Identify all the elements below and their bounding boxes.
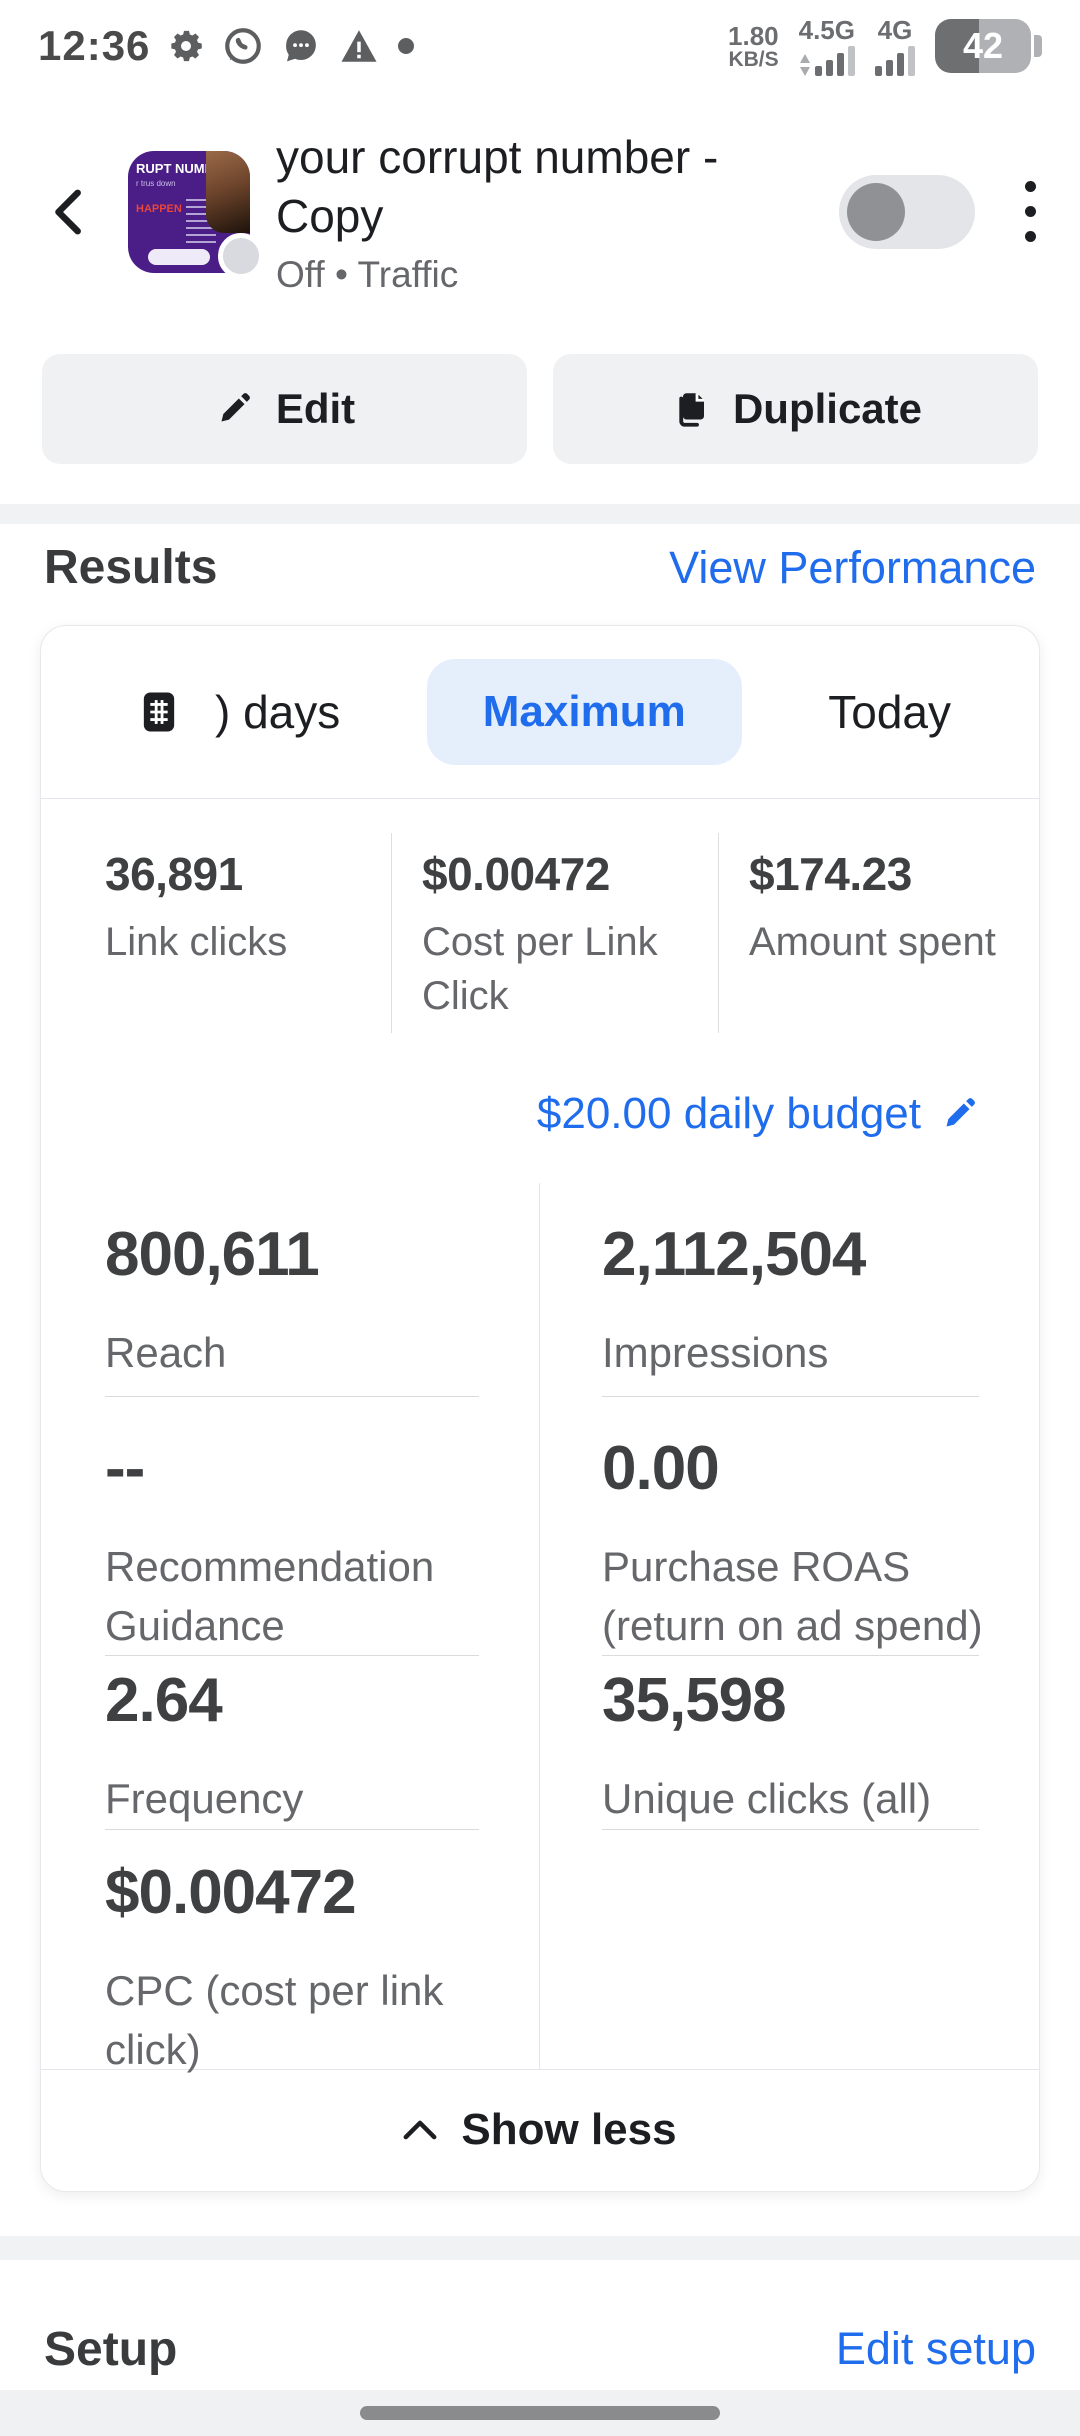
system-navigation-bar [0,2390,1080,2436]
notification-dot-icon [396,36,416,56]
ad-thumbnail: RUPT NUMBER r trus down HAPPEN [128,151,250,273]
campaign-detail-screen: 12:36 1.80 KB/S 4.5G [0,0,1080,2436]
edit-setup-link[interactable]: Edit setup [836,2323,1036,2375]
metric-empty-cell [540,1821,1039,2069]
ad-thumbnail-red-text: HAPPEN [136,203,182,215]
signal-bars-icon [875,46,915,76]
signal-bars-icon [815,46,855,76]
edit-button-label: Edit [276,385,355,433]
spacer [0,2192,1080,2236]
daily-budget-row[interactable]: $20.00 daily budget [41,1063,1039,1183]
more-options-button[interactable] [1019,175,1042,248]
results-card: ) days Maximum Today 36,891 Link clicks … [40,625,1040,2192]
signal-sim2: 4G [875,17,915,76]
tab-today[interactable]: Today [828,685,951,739]
metric-impressions: 2,112,504 Impressions [540,1183,1039,1397]
stat-amount-spent: $174.23 Amount spent [718,833,1039,1033]
ad-thumbnail-photo [206,151,250,233]
summary-stats-row: 36,891 Link clicks $0.00472 Cost per Lin… [41,799,1039,1063]
tab-days[interactable]: ) days [133,685,340,739]
duplicate-copy-icon [669,388,711,430]
ad-thumbnail-cta [148,249,210,265]
settings-gear-icon [166,26,206,66]
edit-budget-pencil-icon[interactable] [939,1094,979,1134]
metric-recommendation-guidance: -- Recommendation Guidance [41,1397,539,1629]
toggle-knob [847,183,905,241]
campaign-status: Off • Traffic [276,254,806,296]
stat-link-clicks: 36,891 Link clicks [41,833,391,1033]
metrics-grid: 800,611 Reach -- Recommendation Guidance… [41,1183,1039,2069]
ad-thumbnail-subline: r trus down [136,179,176,188]
battery-percent: 42 [935,19,1031,73]
metric-purchase-roas: 0.00 Purchase ROAS (return on ad spend) [540,1397,1039,1629]
off-status-dot [218,233,264,279]
view-performance-link[interactable]: View Performance [669,542,1036,594]
status-bar: 12:36 1.80 KB/S 4.5G [0,0,1080,92]
metric-frequency: 2.64 Frequency [41,1629,539,1821]
signal-sim1: 4.5G [799,17,855,76]
page-title: your corrupt number - Copy [276,128,806,246]
date-range-tabs: ) days Maximum Today [41,626,1039,798]
back-button[interactable] [30,186,110,238]
data-arrows-icon [799,54,811,76]
chevron-up-icon [403,2118,437,2142]
campaign-header: RUPT NUMBER r trus down HAPPEN your corr… [0,92,1080,316]
calendar-grid-icon [133,686,185,738]
show-less-button[interactable]: Show less [41,2069,1039,2191]
warning-triangle-icon [338,25,380,67]
results-title: Results [44,540,217,595]
metric-cpc: $0.00472 CPC (cost per link click) [41,1821,539,2069]
clock: 12:36 [38,22,150,70]
chevron-left-icon [47,186,93,238]
tab-maximum-selected[interactable]: Maximum [427,659,742,765]
edit-button[interactable]: Edit [42,354,527,464]
show-less-label: Show less [461,2105,676,2155]
whatsapp-icon [222,25,264,67]
section-divider [0,2236,1080,2260]
pencil-icon [214,389,254,429]
section-divider [0,504,1080,524]
battery-icon: 42 [935,19,1031,73]
home-indicator-handle[interactable] [360,2406,720,2420]
campaign-toggle[interactable] [839,175,975,249]
metric-unique-clicks: 35,598 Unique clicks (all) [540,1629,1039,1821]
setup-title: Setup [44,2322,177,2377]
messenger-bubble-icon [280,25,322,67]
stat-cost-per-link-click: $0.00472 Cost per Link Click [391,833,718,1033]
daily-budget-label: $20.00 daily budget [537,1089,921,1139]
tab-days-label: ) days [215,685,340,739]
action-buttons: Edit Duplicate [0,316,1080,504]
metric-reach: 800,611 Reach [41,1183,539,1397]
results-header: Results View Performance [0,524,1080,619]
duplicate-button-label: Duplicate [733,385,922,433]
network-speed: 1.80 KB/S [728,23,779,70]
duplicate-button[interactable]: Duplicate [553,354,1038,464]
